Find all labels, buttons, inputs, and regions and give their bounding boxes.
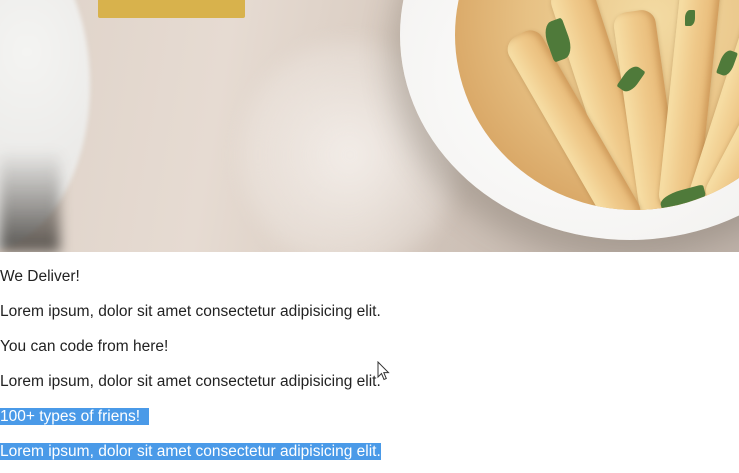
feature-text: Lorem ipsum, dolor sit amet consectetur …: [0, 373, 381, 390]
hero-image: [0, 0, 739, 252]
hero-button[interactable]: [98, 0, 245, 18]
feature-text: Lorem ipsum, dolor sit amet consectetur …: [0, 303, 381, 320]
page: We Deliver! Lorem ipsum, dolor sit amet …: [0, 0, 739, 473]
feature-heading: 100+ types of friens!: [0, 408, 141, 425]
feature-text: Lorem ipsum, dolor sit amet consectetur …: [0, 443, 381, 460]
mouse-pointer-icon: [377, 361, 390, 381]
feature-heading: We Deliver!: [0, 268, 80, 285]
feature-heading: You can code from here!: [0, 338, 169, 355]
